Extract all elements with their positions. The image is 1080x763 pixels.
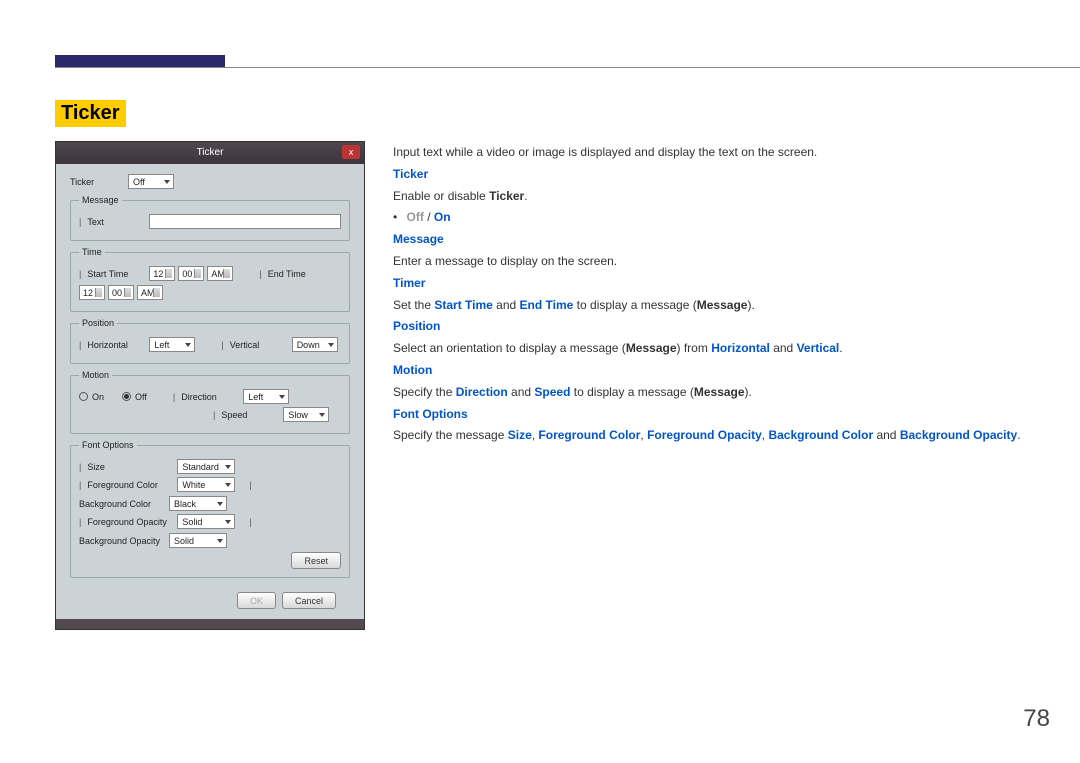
cancel-button[interactable]: Cancel <box>282 592 336 609</box>
start-ampm-input[interactable]: AM <box>207 266 233 281</box>
font-legend: Font Options <box>79 440 137 450</box>
motion-off-radio[interactable] <box>122 392 131 401</box>
message-input[interactable] <box>149 214 341 229</box>
bgopacity-label: Background Opacity <box>79 536 165 546</box>
motion-heading: Motion <box>393 363 432 377</box>
end-hour-input[interactable]: 12 <box>79 285 105 300</box>
motion-desc: Specify the Direction and Speed to displ… <box>393 383 1050 403</box>
bgopacity-select[interactable]: Solid <box>169 533 227 548</box>
font-heading: Font Options <box>393 407 468 421</box>
dialog-title-text: Ticker <box>197 147 224 158</box>
start-hour-input[interactable]: 12 <box>149 266 175 281</box>
position-group: Position |Horizontal Left |Vertical Down <box>70 318 350 364</box>
page-content: Ticker Ticker x Ticker Off Message <box>55 100 1050 630</box>
horizontal-select[interactable]: Left <box>149 337 195 352</box>
dialog-screenshot: Ticker x Ticker Off Message |Text <box>55 141 365 630</box>
time-legend: Time <box>79 247 105 257</box>
timer-heading: Timer <box>393 276 425 290</box>
message-legend: Message <box>79 195 122 205</box>
ticker-heading: Ticker <box>393 167 428 181</box>
motion-on-radio[interactable] <box>79 392 88 401</box>
reset-button[interactable]: Reset <box>291 552 341 569</box>
ticker-select[interactable]: Off <box>128 174 174 189</box>
fgcolor-label: Foreground Color <box>87 480 173 490</box>
page-number: 78 <box>1023 705 1050 733</box>
header-rule <box>55 67 1080 68</box>
position-legend: Position <box>79 318 117 328</box>
message-heading: Message <box>393 232 444 246</box>
section-title: Ticker <box>55 100 126 127</box>
vertical-label: Vertical <box>230 340 288 350</box>
fgcolor-select[interactable]: White <box>177 477 235 492</box>
text-label: Text <box>87 217 145 227</box>
end-ampm-input[interactable]: AM <box>137 285 163 300</box>
direction-select[interactable]: Left <box>243 389 289 404</box>
horizontal-label: Horizontal <box>87 340 145 350</box>
speed-select[interactable]: Slow <box>283 407 329 422</box>
bgcolor-label: Background Color <box>79 499 165 509</box>
ok-button[interactable]: OK <box>237 592 276 609</box>
motion-group: Motion On Off |Direction Left <box>70 370 350 434</box>
ticker-label: Ticker <box>70 177 128 187</box>
vertical-select[interactable]: Down <box>292 337 338 352</box>
intro-text: Input text while a video or image is dis… <box>393 143 1050 163</box>
description-column: Input text while a video or image is dis… <box>393 141 1050 448</box>
ticker-options: • Off / On <box>393 208 1050 228</box>
font-desc: Specify the message Size, Foreground Col… <box>393 426 1050 446</box>
close-icon[interactable]: x <box>342 145 360 159</box>
message-group: Message |Text <box>70 195 350 241</box>
start-min-input[interactable]: 00 <box>178 266 204 281</box>
end-time-label: End Time <box>268 269 326 279</box>
dialog-titlebar: Ticker x <box>56 142 364 164</box>
time-group: Time |Start Time 12 00 AM |End Time <box>70 247 350 312</box>
timer-desc: Set the Start Time and End Time to displ… <box>393 296 1050 316</box>
position-heading: Position <box>393 319 440 333</box>
start-time-label: Start Time <box>87 269 145 279</box>
fgopacity-label: Foreground Opacity <box>87 517 173 527</box>
font-options-group: Font Options |Size Standard |Foreground … <box>70 440 350 578</box>
size-select[interactable]: Standard <box>177 459 235 474</box>
motion-on-label: On <box>92 392 104 402</box>
direction-label: Direction <box>181 392 239 402</box>
motion-off-label: Off <box>135 392 147 402</box>
size-label: Size <box>87 462 173 472</box>
header-accent-bar <box>55 55 225 67</box>
ticker-desc: Enable or disable Ticker. <box>393 187 1050 207</box>
end-min-input[interactable]: 00 <box>108 285 134 300</box>
motion-legend: Motion <box>79 370 112 380</box>
fgopacity-select[interactable]: Solid <box>177 514 235 529</box>
bgcolor-select[interactable]: Black <box>169 496 227 511</box>
speed-label: Speed <box>221 410 279 420</box>
message-desc: Enter a message to display on the screen… <box>393 252 1050 272</box>
position-desc: Select an orientation to display a messa… <box>393 339 1050 359</box>
